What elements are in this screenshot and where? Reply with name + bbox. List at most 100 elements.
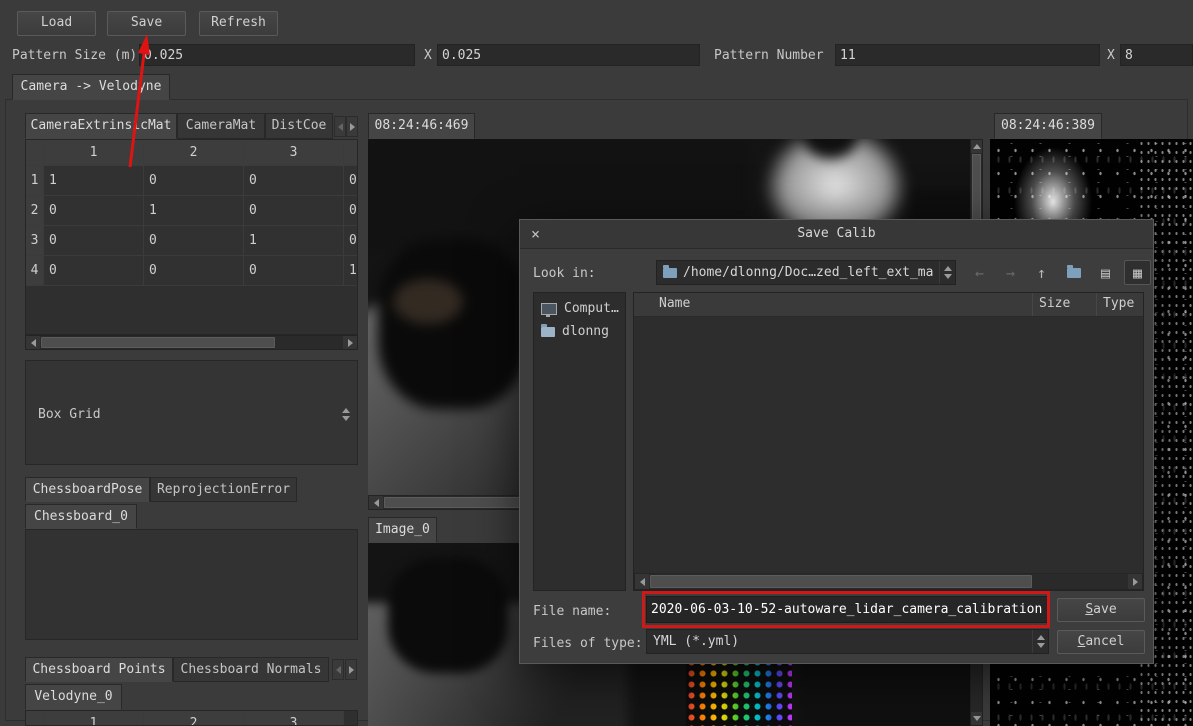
pattern-number-input-2[interactable] xyxy=(1120,44,1193,66)
matrix-cell[interactable]: 1 xyxy=(44,166,144,196)
matrix-cell[interactable]: 0 xyxy=(44,196,144,226)
back-button[interactable]: ← xyxy=(966,260,993,285)
combo-spinner[interactable] xyxy=(939,261,955,284)
image-region xyxy=(388,558,508,673)
sidebar-item-computer[interactable]: Comput… xyxy=(534,297,625,320)
tab-camera-mat[interactable]: CameraMat xyxy=(177,113,265,139)
scrollbar-track[interactable] xyxy=(40,336,343,349)
scroll-right-button[interactable] xyxy=(343,336,357,349)
refresh-button[interactable]: Refresh xyxy=(199,11,278,36)
scroll-up-button[interactable] xyxy=(971,140,982,153)
matrix-row-header[interactable]: 2 xyxy=(26,196,44,226)
matrix-cell[interactable]: 0 xyxy=(44,256,144,286)
matrix-cell[interactable]: 0 xyxy=(44,226,144,256)
sidebar-item-label: dlonng xyxy=(562,324,609,339)
scroll-left-button[interactable] xyxy=(26,336,40,349)
velodyne-points-table: 1 2 3 xyxy=(25,710,358,726)
create-new-folder-button[interactable] xyxy=(1060,260,1087,285)
box-grid-spinner[interactable] xyxy=(338,401,353,427)
scroll-right-button[interactable] xyxy=(1128,574,1142,589)
table-col-header[interactable]: 1 xyxy=(44,711,144,725)
column-header-size[interactable]: Size xyxy=(1033,293,1097,316)
table-col-header[interactable]: 3 xyxy=(244,711,344,725)
matrix-col-header[interactable]: 2 xyxy=(144,140,244,166)
matrix-cell[interactable]: 0 xyxy=(244,166,344,196)
pattern-size-input-2[interactable] xyxy=(437,44,700,66)
load-button[interactable]: Load xyxy=(17,11,96,36)
matrix-cell[interactable]: 1 xyxy=(244,226,344,256)
matrix-col-header[interactable] xyxy=(344,140,357,166)
tab-camera-velodyne[interactable]: Camera -> Velodyne xyxy=(12,74,170,100)
tab-chessboard-0[interactable]: Chessboard_0 xyxy=(25,504,137,529)
matrix-cell[interactable]: 0 xyxy=(344,196,357,226)
tab-pointcloud-timestamp[interactable]: 08:24:46:389 xyxy=(994,113,1102,139)
scroll-down-button[interactable] xyxy=(971,712,982,725)
pattern-number-input-1[interactable] xyxy=(835,44,1100,66)
matrix-col-header[interactable]: 1 xyxy=(44,140,144,166)
scrollbar-handle[interactable] xyxy=(41,337,275,348)
box-grid-panel: Box Grid xyxy=(25,360,358,465)
tab-scroll-left-button[interactable] xyxy=(332,659,344,680)
column-header-type[interactable]: Type xyxy=(1097,293,1143,316)
combo-spinner[interactable] xyxy=(1032,630,1048,653)
scroll-left-button[interactable] xyxy=(635,574,649,589)
column-header-name[interactable]: Name xyxy=(634,293,1033,316)
matrix-cell[interactable]: 0 xyxy=(144,256,244,286)
file-list-hscrollbar[interactable] xyxy=(634,573,1143,590)
matrix-row-header[interactable]: 1 xyxy=(26,166,44,196)
tab-reprojection-error[interactable]: ReprojectionError xyxy=(150,477,297,502)
matrix-col-header[interactable]: 3 xyxy=(244,140,344,166)
tab-scroll-right-button[interactable] xyxy=(345,659,357,680)
matrix-cell[interactable]: 0 xyxy=(244,196,344,226)
dialog-titlebar[interactable]: × Save Calib xyxy=(520,220,1153,249)
forward-button[interactable]: → xyxy=(997,260,1024,285)
matrix-cell[interactable]: 0 xyxy=(244,256,344,286)
parent-directory-button[interactable]: ↑ xyxy=(1028,260,1055,285)
file-list-body[interactable] xyxy=(634,317,1143,573)
matrix-cell[interactable]: 1 xyxy=(344,256,357,286)
matrix-cell[interactable]: 0 xyxy=(144,226,244,256)
matrix-cell[interactable]: 0 xyxy=(344,166,357,196)
tab-velodyne-0[interactable]: Velodyne_0 xyxy=(25,684,122,710)
scroll-right-icon xyxy=(347,338,353,347)
path-value: /home/dlonng/Doc…zed_left_ext_mat xyxy=(683,265,933,280)
dialog-save-button[interactable]: Save xyxy=(1057,598,1145,622)
close-icon[interactable]: × xyxy=(531,220,540,248)
dialog-cancel-button[interactable]: Cancel xyxy=(1057,630,1145,654)
forward-icon: → xyxy=(1005,263,1016,282)
save-button[interactable]: Save xyxy=(107,11,186,36)
tab-camera-timestamp[interactable]: 08:24:46:469 xyxy=(368,113,475,139)
detail-view-button[interactable]: ▦ xyxy=(1124,260,1151,285)
files-of-type-combobox[interactable]: YML (*.yml) xyxy=(646,629,1049,654)
pattern-number-label: Pattern Number xyxy=(714,48,824,63)
matrix-cell[interactable]: 1 xyxy=(144,196,244,226)
tab-chessboard-normals[interactable]: Chessboard Normals xyxy=(173,657,329,682)
matrix-row-header[interactable]: 3 xyxy=(26,226,44,256)
table-corner-cell xyxy=(26,711,44,725)
scroll-left-button[interactable] xyxy=(369,496,383,509)
table-col-header[interactable]: 2 xyxy=(144,711,244,725)
tab-scroll-left-button[interactable] xyxy=(334,116,346,137)
pattern-size-input-1[interactable] xyxy=(139,44,415,66)
annotation-highlight-box xyxy=(642,591,1050,628)
file-list[interactable]: Name Size Type xyxy=(633,292,1144,591)
tab-camera-extrinsic-mat[interactable]: CameraExtrinsicMat xyxy=(25,113,177,139)
matrix-cell[interactable]: 0 xyxy=(144,166,244,196)
list-view-button[interactable]: ▤ xyxy=(1092,260,1119,285)
folder-icon xyxy=(663,264,677,278)
tab-dist-coeff[interactable]: DistCoe xyxy=(265,113,333,139)
image-region xyxy=(393,279,463,324)
sidebar-item-dlonng[interactable]: dlonng xyxy=(534,320,625,343)
tab-image-0[interactable]: Image_0 xyxy=(368,517,437,543)
matrix-cell[interactable]: 0 xyxy=(344,226,357,256)
tab-chessboard-pose[interactable]: ChessboardPose xyxy=(25,477,150,502)
matrix-table-hscrollbar[interactable] xyxy=(25,335,358,350)
matrix-row-header[interactable]: 4 xyxy=(26,256,44,286)
list-view-icon: ▤ xyxy=(1100,263,1111,282)
scrollbar-handle[interactable] xyxy=(650,575,1032,588)
tab-chessboard-points[interactable]: Chessboard Points xyxy=(25,657,173,682)
scrollbar-track[interactable] xyxy=(649,574,1128,589)
scroll-right-icon xyxy=(349,122,355,131)
path-combobox[interactable]: /home/dlonng/Doc…zed_left_ext_mat xyxy=(656,260,956,285)
tab-scroll-right-button[interactable] xyxy=(346,116,358,137)
